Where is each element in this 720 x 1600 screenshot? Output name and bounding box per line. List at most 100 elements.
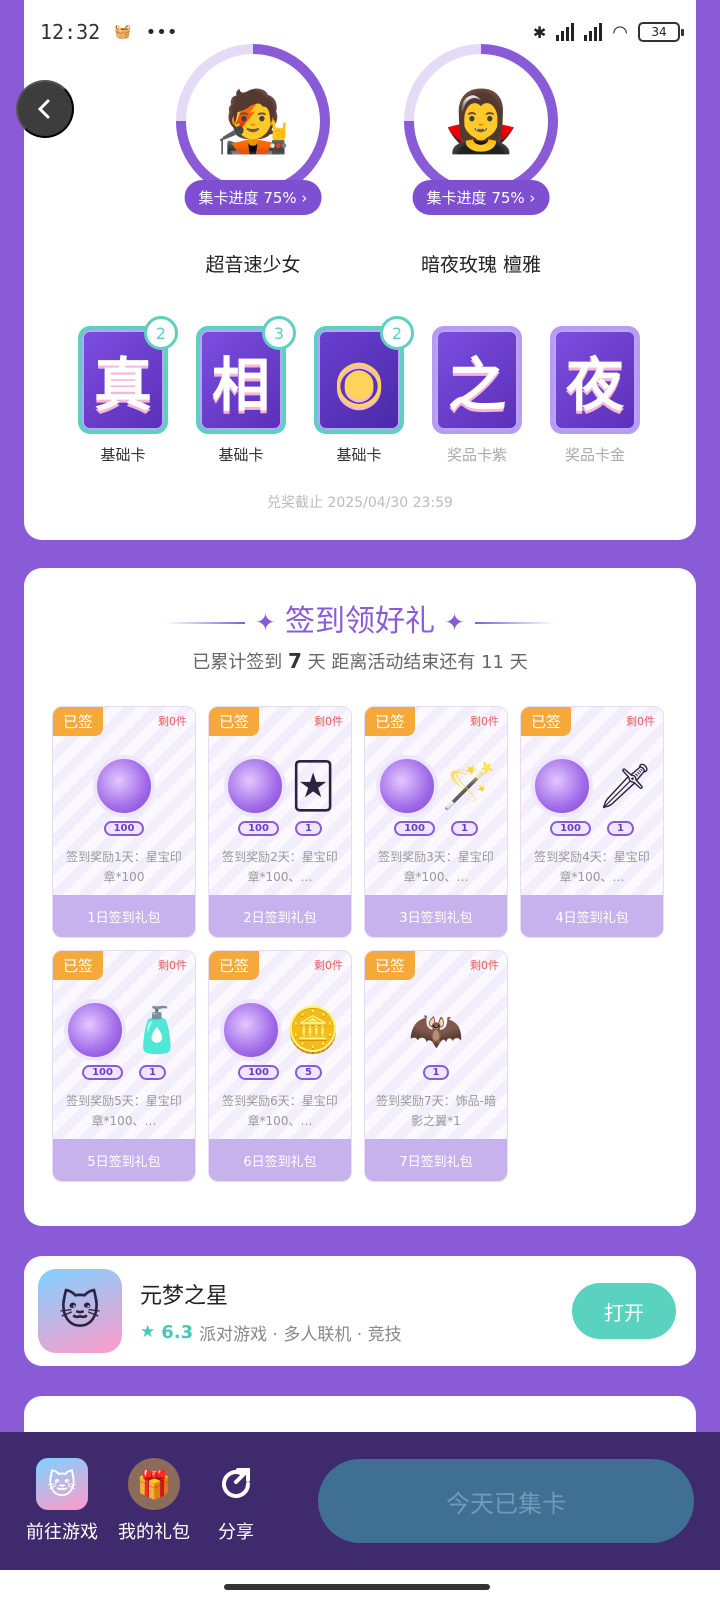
sparkle-icon: ✦: [255, 608, 276, 637]
card-label: 奖品卡金: [564, 446, 625, 464]
remaining-count: 剩0件: [626, 715, 655, 728]
reward-description: 签到奖励1天：星宝印章*100: [66, 850, 182, 884]
wifi-icon: ◠: [612, 21, 628, 43]
sign-day-grid: 已签 剩0件 100 签到奖励1天：星宝印章*100 1日签到礼包 已签 剩0件…: [52, 706, 664, 1182]
bottom-action-bar: 🐱 前往游戏 🎁 我的礼包 分享 今天已集卡: [0, 1432, 720, 1570]
home-indicator[interactable]: [224, 1584, 490, 1590]
stamp-token-icon: [531, 755, 594, 817]
reward-art: [53, 747, 195, 825]
reward-art: 🪙: [209, 991, 351, 1069]
chevron-left-icon: [37, 99, 50, 119]
sign-summary: 已累计签到 7 天 距离活动结束还有 11 天: [192, 649, 528, 673]
sign-day-tile[interactable]: 已签 剩0件 🪄 100 1 签到奖励3天：星宝印章*100、… 3日签到礼包: [364, 706, 508, 938]
sparkle-icon: ✦: [444, 608, 465, 637]
claim-gift-button[interactable]: 7日签到礼包: [365, 1139, 507, 1181]
status-bar: 12:32 🧺 ••• ✱ ◠ 34: [0, 0, 720, 64]
quantity-badge: 1: [450, 821, 478, 836]
status-time: 12:32: [40, 20, 101, 44]
reward-item-icon: 🃏: [290, 760, 336, 812]
claim-gift-button[interactable]: 5日签到礼包: [53, 1139, 195, 1181]
collect-card[interactable]: 真 2 基础卡: [78, 316, 178, 465]
reward-item-icon: 🗡: [597, 761, 653, 812]
claim-gift-button[interactable]: 3日签到礼包: [365, 895, 507, 937]
app-icon[interactable]: 🐱: [38, 1269, 122, 1353]
character-1[interactable]: 🧑‍🎤 集卡进度 75% › 超音速少女: [168, 44, 338, 276]
game-icon: 🐱: [36, 1458, 88, 1510]
progress-pill[interactable]: 集卡进度 75% ›: [412, 180, 550, 215]
signed-tag: 已签: [209, 951, 260, 980]
remaining-count: 剩0件: [314, 715, 343, 728]
collect-card[interactable]: 夜 奖品卡金: [550, 326, 640, 465]
quantity-badge: 100: [82, 1065, 123, 1080]
remaining-count: 剩0件: [314, 959, 343, 972]
notification-icon: 🧺: [114, 24, 132, 40]
collect-card[interactable]: 相 3 基础卡: [196, 316, 296, 465]
app-tags: 派对游戏 · 多人联机 · 竞技: [199, 1324, 402, 1345]
remaining-count: 剩0件: [158, 959, 187, 972]
claim-gift-button[interactable]: 2日签到礼包: [209, 895, 351, 937]
remaining-count: 剩0件: [470, 959, 499, 972]
reward-description: 签到奖励2天：星宝印章*100、…: [222, 850, 338, 884]
sign-in-card: ✦ 签到领好礼 ✦ 已累计签到 7 天 距离活动结束还有 11 天 已签 剩0件…: [24, 568, 696, 1226]
sign-day-tile[interactable]: 已签 剩0件 🪙 100 5 签到奖励6天：星宝印章*100、… 6日签到礼包: [208, 950, 352, 1182]
reward-item-icon: 🧴: [129, 1005, 185, 1056]
claim-gift-button[interactable]: 4日签到礼包: [521, 895, 663, 937]
quantity-badge: 100: [238, 821, 279, 836]
my-gifts-button[interactable]: 🎁 我的礼包: [118, 1458, 190, 1544]
quantity-badge: 5: [294, 1065, 322, 1080]
share-icon: [210, 1458, 262, 1510]
reward-item-icon: 🪄: [441, 761, 497, 812]
signed-tag: 已签: [521, 707, 572, 736]
star-icon: ★: [140, 1322, 156, 1342]
signed-tag: 已签: [53, 707, 104, 736]
remaining-count: 剩0件: [158, 715, 187, 728]
quantity-badge: 1: [606, 821, 634, 836]
quantity-badge: 1: [294, 821, 322, 836]
stamp-token-icon: [63, 999, 126, 1061]
sign-day-tile[interactable]: 已签 剩0件 🃏 100 1 签到奖励2天：星宝印章*100、… 2日签到礼包: [208, 706, 352, 938]
reward-art: 🗡: [521, 747, 663, 825]
reward-description: 签到奖励6天：星宝印章*100、…: [222, 1094, 338, 1128]
claim-gift-button[interactable]: 6日签到礼包: [209, 1139, 351, 1181]
bluetooth-icon: ✱: [532, 22, 547, 42]
back-button[interactable]: [16, 80, 74, 138]
progress-ring: 🧛‍♀️: [404, 44, 558, 198]
count-badge: 2: [144, 316, 178, 350]
quantity-badge: 100: [394, 821, 435, 836]
share-button[interactable]: 分享: [210, 1458, 262, 1544]
reward-description: 签到奖励5天：星宝印章*100、…: [66, 1094, 182, 1128]
signed-tag: 已签: [365, 707, 416, 736]
character-2[interactable]: 🧛‍♀️ 集卡进度 75% › 暗夜玫瑰 檀雅: [396, 44, 566, 276]
card-label: 基础卡: [100, 446, 146, 464]
collect-card[interactable]: 之 奖品卡紫: [432, 326, 522, 465]
reward-art: 🪄: [365, 747, 507, 825]
collect-cards-row: 真 2 基础卡 相 3 基础卡 ◉ 2 基础卡 之 奖品卡紫 夜 奖品卡金: [78, 316, 678, 465]
signal-icon-2: [584, 23, 603, 41]
sign-day-tile[interactable]: 已签 剩0件 100 签到奖励1天：星宝印章*100 1日签到礼包: [52, 706, 196, 938]
stamp-token-icon: [224, 755, 287, 817]
app-rating: 6.3: [161, 1321, 194, 1343]
sign-day-tile[interactable]: 已签 剩0件 🧴 100 1 签到奖励5天：星宝印章*100、… 5日签到礼包: [52, 950, 196, 1182]
reward-item-icon: 🪙: [285, 1005, 341, 1056]
character-name: 超音速少女: [205, 254, 301, 276]
sign-day-tile[interactable]: 已签 剩0件 🦇 1 签到奖励7天：饰品-暗影之翼*1 7日签到礼包: [364, 950, 508, 1182]
signal-icon: [556, 23, 575, 41]
character-name: 暗夜玫瑰 檀雅: [420, 254, 542, 276]
app-card[interactable]: 🐱 元梦之星 ★ 6.3 派对游戏 · 多人联机 · 竞技 打开: [24, 1256, 696, 1366]
reward-description: 签到奖励3天：星宝印章*100、…: [378, 850, 494, 884]
reward-art: 🧴: [53, 991, 195, 1069]
collect-card[interactable]: ◉ 2 基础卡: [314, 316, 414, 465]
count-badge: 3: [262, 316, 296, 350]
quantity-badge: 100: [103, 821, 145, 836]
stamp-token-icon: [219, 999, 282, 1061]
open-button[interactable]: 打开: [572, 1283, 676, 1339]
progress-pill[interactable]: 集卡进度 75% ›: [184, 180, 322, 215]
claim-gift-button[interactable]: 1日签到礼包: [53, 895, 195, 937]
progress-ring: 🧑‍🎤: [176, 44, 330, 198]
stamp-token-icon: [93, 755, 155, 817]
sign-day-tile[interactable]: 已签 剩0件 🗡 100 1 签到奖励4天：星宝印章*100、… 4日签到礼包: [520, 706, 664, 938]
collected-today-button[interactable]: 今天已集卡: [318, 1459, 694, 1543]
goto-game-button[interactable]: 🐱 前往游戏: [26, 1458, 98, 1544]
reward-description: 签到奖励4天：星宝印章*100、…: [534, 850, 650, 884]
card-label: 奖品卡紫: [446, 446, 507, 464]
